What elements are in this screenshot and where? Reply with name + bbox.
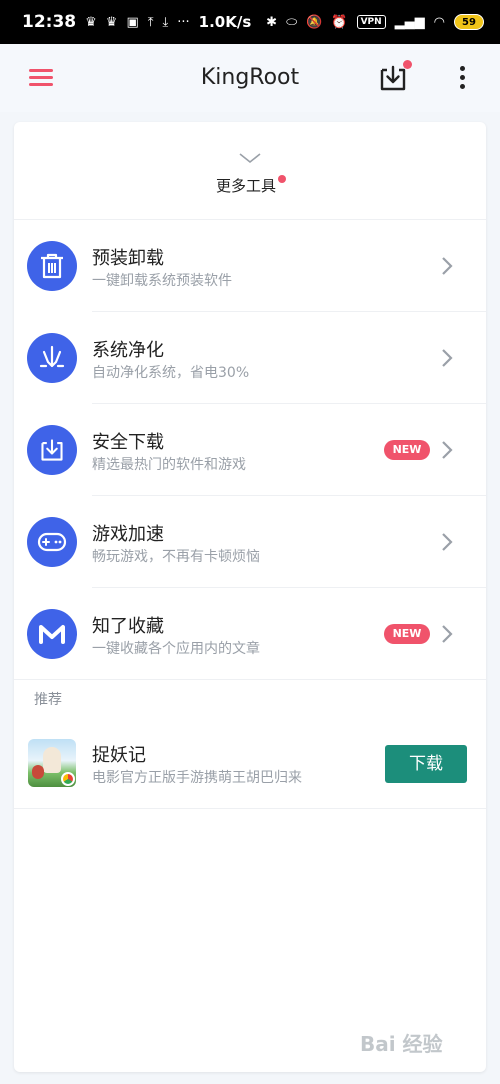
tool-title: 系统净化 — [92, 340, 164, 361]
tool-subtitle: 自动净化系统，省电30% — [92, 365, 250, 381]
download-notification-icon: ⤓ — [162, 14, 169, 30]
chevron-right-icon — [442, 625, 453, 643]
trident-icon — [27, 333, 77, 383]
status-bar: 12:38 ♛ ♛ ▣ ⤒ ⤓ ··· 1.0K/s ✱ ⬭ 🔕 ⏰ VPN ▂… — [0, 0, 500, 44]
tool-subtitle: 畅玩游戏，不再有卡顿烦恼 — [92, 549, 260, 565]
tool-item-safe-download[interactable]: 安全下载 精选最热门的软件和游戏 NEW — [14, 404, 486, 496]
notification-dot — [403, 60, 412, 69]
signal-icon: ▂▄▆ — [394, 14, 425, 30]
app-bar: KingRoot — [0, 44, 500, 112]
app-description: 电影官方正版手游携萌王胡巴归来 — [92, 770, 302, 786]
tool-subtitle: 一键收藏各个应用内的文章 — [92, 641, 260, 657]
new-badge: NEW — [384, 440, 430, 460]
tool-title: 游戏加速 — [92, 524, 164, 545]
upload-icon: ⤒ — [147, 14, 154, 30]
download-box-icon — [27, 425, 77, 475]
gamepad-icon — [27, 517, 77, 567]
more-notifications-icon: ··· — [177, 14, 190, 30]
more-tools-label: 更多工具 — [14, 175, 486, 196]
alarm-icon: ⏰ — [331, 14, 348, 30]
new-badge: NEW — [384, 624, 430, 644]
notification-dot — [278, 175, 286, 183]
tool-subtitle: 一键卸载系统预装软件 — [92, 273, 232, 289]
recommend-section-label: 推荐 — [34, 692, 62, 708]
chevron-right-icon — [442, 257, 453, 275]
tool-item-game-boost[interactable]: 游戏加速 畅玩游戏，不再有卡顿烦恼 — [14, 496, 486, 588]
network-speed: 1.0K/s — [198, 13, 252, 31]
wifi-icon: ◠ — [433, 14, 445, 30]
tool-title: 安全下载 — [92, 432, 164, 453]
m-logo-icon — [27, 609, 77, 659]
toggle-icon: ⬭ — [286, 14, 298, 30]
download-button[interactable]: 下载 — [385, 745, 467, 783]
mute-icon: 🔕 — [306, 14, 323, 30]
tools-card: 更多工具 预装卸载 一键卸载系统预装软件 系统净化 自动净化系统，省电30% 安… — [14, 122, 486, 1072]
more-options-icon[interactable] — [460, 66, 466, 90]
tool-title: 预装卸载 — [92, 248, 164, 269]
tool-item-preinstall-uninstall[interactable]: 预装卸载 一键卸载系统预装软件 — [14, 220, 486, 312]
app-name: 捉妖记 — [92, 745, 146, 766]
chevron-down-icon — [239, 153, 261, 164]
chevron-right-icon — [442, 533, 453, 551]
watermark: Bai 经验 — [360, 1032, 443, 1056]
chevron-right-icon — [442, 441, 453, 459]
tool-item-system-cleanup[interactable]: 系统净化 自动净化系统，省电30% — [14, 312, 486, 404]
tool-subtitle: 精选最热门的软件和游戏 — [92, 457, 246, 473]
chevron-right-icon — [442, 349, 453, 367]
crown-icon: ♛ — [105, 14, 118, 30]
app-title: KingRoot — [200, 65, 300, 90]
more-tools-toggle[interactable]: 更多工具 — [14, 122, 486, 220]
recommended-app-item[interactable]: 捉妖记 电影官方正版手游携萌王胡巴归来 下载 — [14, 717, 486, 809]
battery-icon: 59 — [454, 14, 484, 30]
app-notification-icon: ▣ — [126, 14, 139, 30]
trash-icon — [27, 241, 77, 291]
tool-item-zhiliao-favorites[interactable]: 知了收藏 一键收藏各个应用内的文章 NEW — [14, 588, 486, 680]
download-manager-icon[interactable] — [378, 60, 412, 92]
crown-icon: ♛ — [85, 14, 97, 30]
app-thumbnail — [28, 739, 76, 787]
status-time: 12:38 — [22, 12, 77, 32]
tool-title: 知了收藏 — [92, 616, 164, 637]
vpn-icon: VPN — [356, 15, 386, 29]
store-tag-icon — [61, 772, 75, 786]
bluetooth-icon: ✱ — [266, 14, 278, 30]
